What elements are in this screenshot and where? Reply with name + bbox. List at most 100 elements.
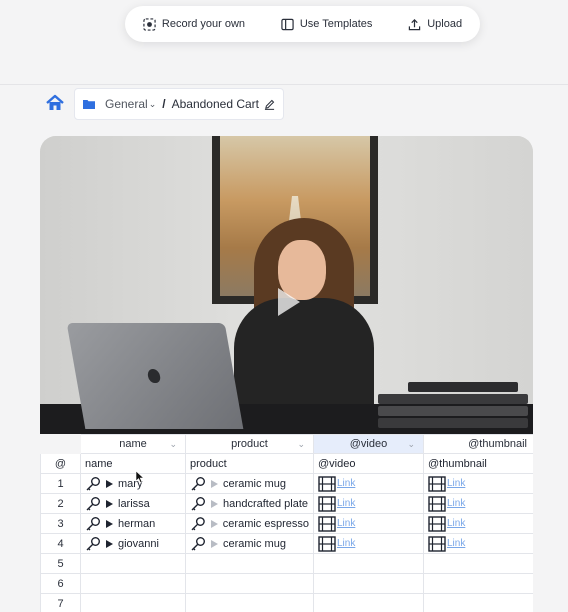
empty-cell[interactable] [80, 553, 186, 574]
video-link[interactable]: Link [337, 478, 355, 489]
film-icon [318, 535, 336, 552]
key-icon [86, 476, 100, 490]
thumbnail-cell[interactable]: Link [423, 533, 533, 554]
cell-header[interactable]: @ [40, 453, 81, 474]
chevron-down-icon[interactable]: ⌄ [169, 439, 177, 450]
chevron-down-icon[interactable]: ⌄ [149, 99, 157, 110]
templates-label: Use Templates [299, 18, 373, 30]
folder-icon [83, 100, 95, 109]
play-icon[interactable] [106, 519, 113, 528]
name-cell[interactable]: giovanni [80, 533, 186, 554]
video-link[interactable]: Link [337, 498, 355, 509]
upload-button[interactable]: Upload [408, 18, 462, 31]
table-row: 5 [40, 553, 533, 574]
empty-cell[interactable] [185, 593, 314, 612]
play-icon[interactable] [210, 519, 218, 528]
play-icon[interactable] [106, 499, 113, 508]
table-row: 4 giovanni ceramic mug Link Link [40, 533, 533, 554]
column-header-thumbnail[interactable]: @thumbnail [423, 434, 533, 454]
key-icon [191, 536, 205, 550]
play-icon[interactable] [211, 539, 218, 548]
play-icon[interactable] [106, 479, 113, 488]
video-cell[interactable]: Link [313, 513, 424, 534]
mouse-cursor-icon [135, 470, 145, 483]
video-link[interactable]: Link [337, 518, 355, 529]
video-cell[interactable]: Link [313, 493, 424, 514]
empty-cell[interactable] [423, 593, 533, 612]
key-icon [86, 516, 100, 530]
key-icon [86, 496, 100, 510]
record-icon [143, 17, 156, 31]
cell-header[interactable]: @video [313, 453, 424, 474]
name-cell[interactable]: larissa [80, 493, 186, 514]
breadcrumb-folder[interactable]: General [105, 97, 148, 111]
cell-header[interactable]: name [80, 453, 186, 474]
key-icon [86, 536, 100, 550]
record-label: Record your own [161, 18, 246, 30]
thumbnail-cell[interactable]: Link [423, 473, 533, 494]
thumbnail-cell[interactable]: Link [423, 493, 533, 514]
column-header-video[interactable]: @video ⌄ [313, 434, 424, 454]
row-number: 3 [40, 513, 81, 534]
empty-cell[interactable] [185, 573, 314, 594]
product-cell[interactable]: handcrafted plate [185, 493, 314, 514]
column-header-name[interactable]: name ⌄ [80, 434, 186, 454]
thumbnail-link[interactable]: Link [447, 478, 465, 489]
empty-cell[interactable] [313, 593, 424, 612]
data-table: name ⌄ product ⌄ @video ⌄ @thumbnail @ name… [40, 434, 533, 612]
breadcrumb: General ⌄ / Abandoned Cart [74, 88, 284, 120]
upload-label: Upload [427, 18, 463, 30]
empty-cell[interactable] [423, 573, 533, 594]
thumbnail-link[interactable]: Link [447, 518, 465, 529]
film-icon [428, 515, 446, 532]
name-cell[interactable]: herman [80, 513, 186, 534]
column-header-product[interactable]: product ⌄ [185, 434, 314, 454]
film-icon [318, 495, 336, 512]
row-number: 7 [40, 593, 81, 612]
upload-icon [408, 18, 421, 30]
row-number: 5 [40, 553, 81, 574]
use-templates-button[interactable]: Use Templates [281, 18, 373, 31]
cell-header[interactable]: product [185, 453, 314, 474]
product-cell[interactable]: ceramic mug [185, 473, 314, 494]
name-cell[interactable]: mary [80, 473, 186, 494]
film-icon [318, 515, 336, 532]
key-icon [191, 496, 205, 510]
empty-cell[interactable] [185, 553, 314, 574]
table-row: 1 mary ceramic mug Link Link [40, 473, 533, 494]
header-divider [0, 84, 568, 85]
table-row: 6 [40, 573, 533, 594]
video-cell[interactable]: Link [313, 473, 424, 494]
play-icon[interactable] [106, 539, 113, 548]
film-icon [428, 495, 446, 512]
breadcrumb-current: Abandoned Cart [171, 97, 259, 111]
film-icon [428, 475, 446, 492]
home-icon[interactable] [45, 93, 65, 113]
empty-cell[interactable] [313, 573, 424, 594]
empty-cell[interactable] [423, 553, 533, 574]
record-your-own-button[interactable]: Record your own [143, 17, 246, 31]
row-number: 6 [40, 573, 81, 594]
row-number: 1 [40, 473, 81, 494]
empty-cell[interactable] [313, 553, 424, 574]
chevron-down-icon[interactable]: ⌄ [407, 439, 415, 450]
row-number: 4 [40, 533, 81, 554]
play-icon[interactable] [211, 499, 218, 508]
thumbnail-link[interactable]: Link [447, 538, 465, 549]
empty-cell[interactable] [80, 593, 186, 612]
film-icon [428, 535, 446, 552]
chevron-down-icon[interactable]: ⌄ [297, 439, 305, 450]
product-cell[interactable]: ceramic espresso [185, 513, 314, 534]
product-cell[interactable]: ceramic mug [185, 533, 314, 554]
pencil-icon[interactable] [264, 99, 275, 110]
table-row: 7 [40, 593, 533, 612]
empty-cell[interactable] [80, 573, 186, 594]
cell-header[interactable]: @thumbnail [423, 453, 533, 474]
video-cell[interactable]: Link [313, 533, 424, 554]
play-icon[interactable] [211, 479, 218, 488]
thumbnail-cell[interactable]: Link [423, 513, 533, 534]
laptop [66, 323, 244, 429]
thumbnail-link[interactable]: Link [447, 498, 465, 509]
play-icon[interactable] [267, 282, 307, 322]
video-link[interactable]: Link [337, 538, 355, 549]
